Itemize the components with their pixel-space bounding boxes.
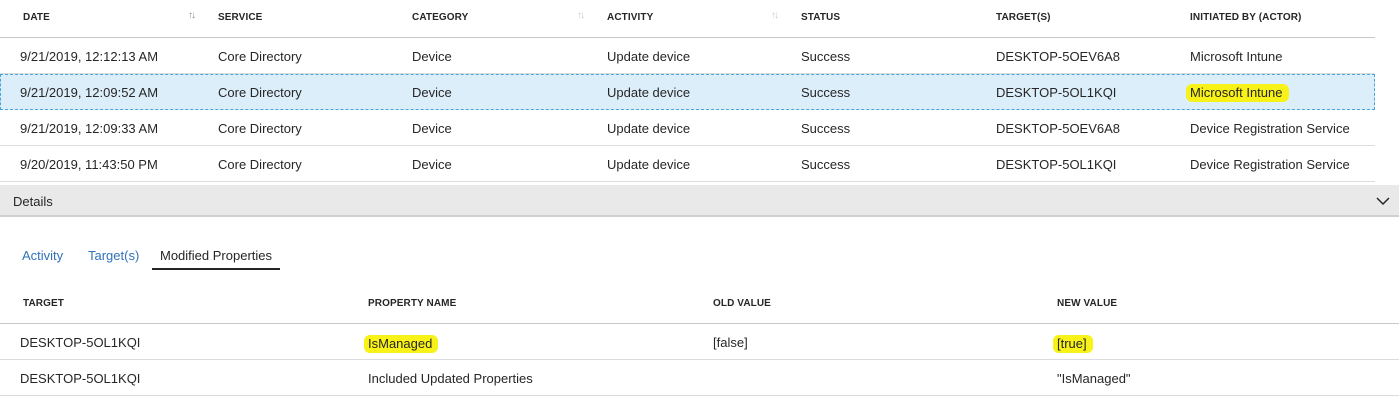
column-header-target[interactable]: TARGET — [23, 298, 64, 309]
sort-arrows-icon[interactable]: ↑↓ — [771, 10, 779, 21]
table-row[interactable]: DESKTOP-5OL1KQI Included Updated Propert… — [0, 360, 1399, 396]
tab-activity[interactable]: Activity — [22, 240, 63, 270]
sort-arrows-icon[interactable]: ↑↓ — [577, 10, 585, 21]
column-header-date[interactable]: DATE — [23, 12, 50, 23]
modified-properties-header: TARGET PROPERTY NAME OLD VALUE NEW VALUE — [0, 286, 1399, 324]
cell-status: Success — [801, 85, 851, 100]
cell-target: DESKTOP-5OL1KQI — [20, 371, 141, 386]
cell-status: Success — [801, 157, 851, 172]
column-header-property-name[interactable]: PROPERTY NAME — [368, 298, 456, 309]
cell-category: Device — [412, 157, 452, 172]
cell-status: Success — [801, 49, 851, 64]
cell-target: DESKTOP-5OL1KQI — [20, 335, 141, 350]
cell-activity: Update device — [607, 121, 691, 136]
table-row[interactable]: 9/21/2019, 12:12:13 AM Core Directory De… — [0, 38, 1375, 74]
cell-service: Core Directory — [218, 157, 302, 172]
cell-category: Device — [412, 49, 452, 64]
cell-date: 9/20/2019, 11:43:50 PM — [20, 157, 158, 172]
cell-target: DESKTOP-5OEV6A8 — [996, 49, 1121, 64]
tab-modified-properties[interactable]: Modified Properties — [152, 240, 280, 270]
cell-target: DESKTOP-5OL1KQI — [996, 157, 1117, 172]
sort-arrows-icon[interactable]: ↑↓ — [188, 10, 196, 21]
column-header-service[interactable]: SERVICE — [218, 12, 262, 23]
column-header-category[interactable]: CATEGORY — [412, 12, 468, 23]
column-header-activity[interactable]: ACTIVITY — [607, 12, 653, 23]
cell-category: Device — [412, 85, 452, 100]
cell-date: 9/21/2019, 12:09:52 AM — [20, 85, 159, 100]
cell-actor: Device Registration Service — [1190, 121, 1350, 136]
cell-property-name: Included Updated Properties — [368, 371, 533, 386]
cell-activity: Update device — [607, 157, 691, 172]
cell-service: Core Directory — [218, 85, 302, 100]
cell-status: Success — [801, 121, 851, 136]
tab-targets[interactable]: Target(s) — [88, 240, 139, 270]
cell-new-value-highlighted: [true] — [1053, 335, 1093, 353]
table-row[interactable]: 9/20/2019, 11:43:50 PM Core Directory De… — [0, 146, 1375, 182]
audit-log-table: DATE ↑↓ SERVICE CATEGORY ↑↓ ACTIVITY ↑↓ … — [0, 0, 1375, 182]
column-header-old-value[interactable]: OLD VALUE — [713, 298, 771, 309]
column-header-status[interactable]: STATUS — [801, 12, 840, 23]
cell-actor: Microsoft Intune — [1190, 49, 1283, 64]
audit-log-header: DATE ↑↓ SERVICE CATEGORY ↑↓ ACTIVITY ↑↓ … — [0, 0, 1375, 38]
modified-properties-table: TARGET PROPERTY NAME OLD VALUE NEW VALUE… — [0, 286, 1399, 396]
table-row[interactable]: DESKTOP-5OL1KQI IsManaged [false] [true] — [0, 324, 1399, 360]
column-header-targets[interactable]: TARGET(S) — [996, 12, 1051, 23]
cell-activity: Update device — [607, 85, 691, 100]
table-row[interactable]: 9/21/2019, 12:09:33 AM Core Directory De… — [0, 110, 1375, 146]
cell-actor: Device Registration Service — [1190, 157, 1350, 172]
cell-property-name-highlighted: IsManaged — [364, 335, 439, 353]
cell-activity: Update device — [607, 49, 691, 64]
cell-new-value: "IsManaged" — [1057, 371, 1131, 386]
cell-target: DESKTOP-5OEV6A8 — [996, 121, 1121, 136]
cell-old-value: [false] — [713, 335, 748, 350]
cell-date: 9/21/2019, 12:12:13 AM — [20, 49, 159, 64]
column-header-initiated-by[interactable]: INITIATED BY (ACTOR) — [1190, 12, 1301, 23]
cell-actor-highlighted: Microsoft Intune — [1186, 84, 1289, 102]
column-header-new-value[interactable]: NEW VALUE — [1057, 298, 1117, 309]
cell-target: DESKTOP-5OL1KQI — [996, 85, 1117, 100]
table-row-selected[interactable]: 9/21/2019, 12:09:52 AM Core Directory De… — [0, 74, 1375, 110]
cell-date: 9/21/2019, 12:09:33 AM — [20, 121, 159, 136]
chevron-down-icon[interactable] — [1375, 193, 1391, 209]
details-panel-header[interactable]: Details — [0, 185, 1399, 217]
details-title: Details — [13, 194, 53, 209]
cell-service: Core Directory — [218, 121, 302, 136]
cell-service: Core Directory — [218, 49, 302, 64]
cell-category: Device — [412, 121, 452, 136]
